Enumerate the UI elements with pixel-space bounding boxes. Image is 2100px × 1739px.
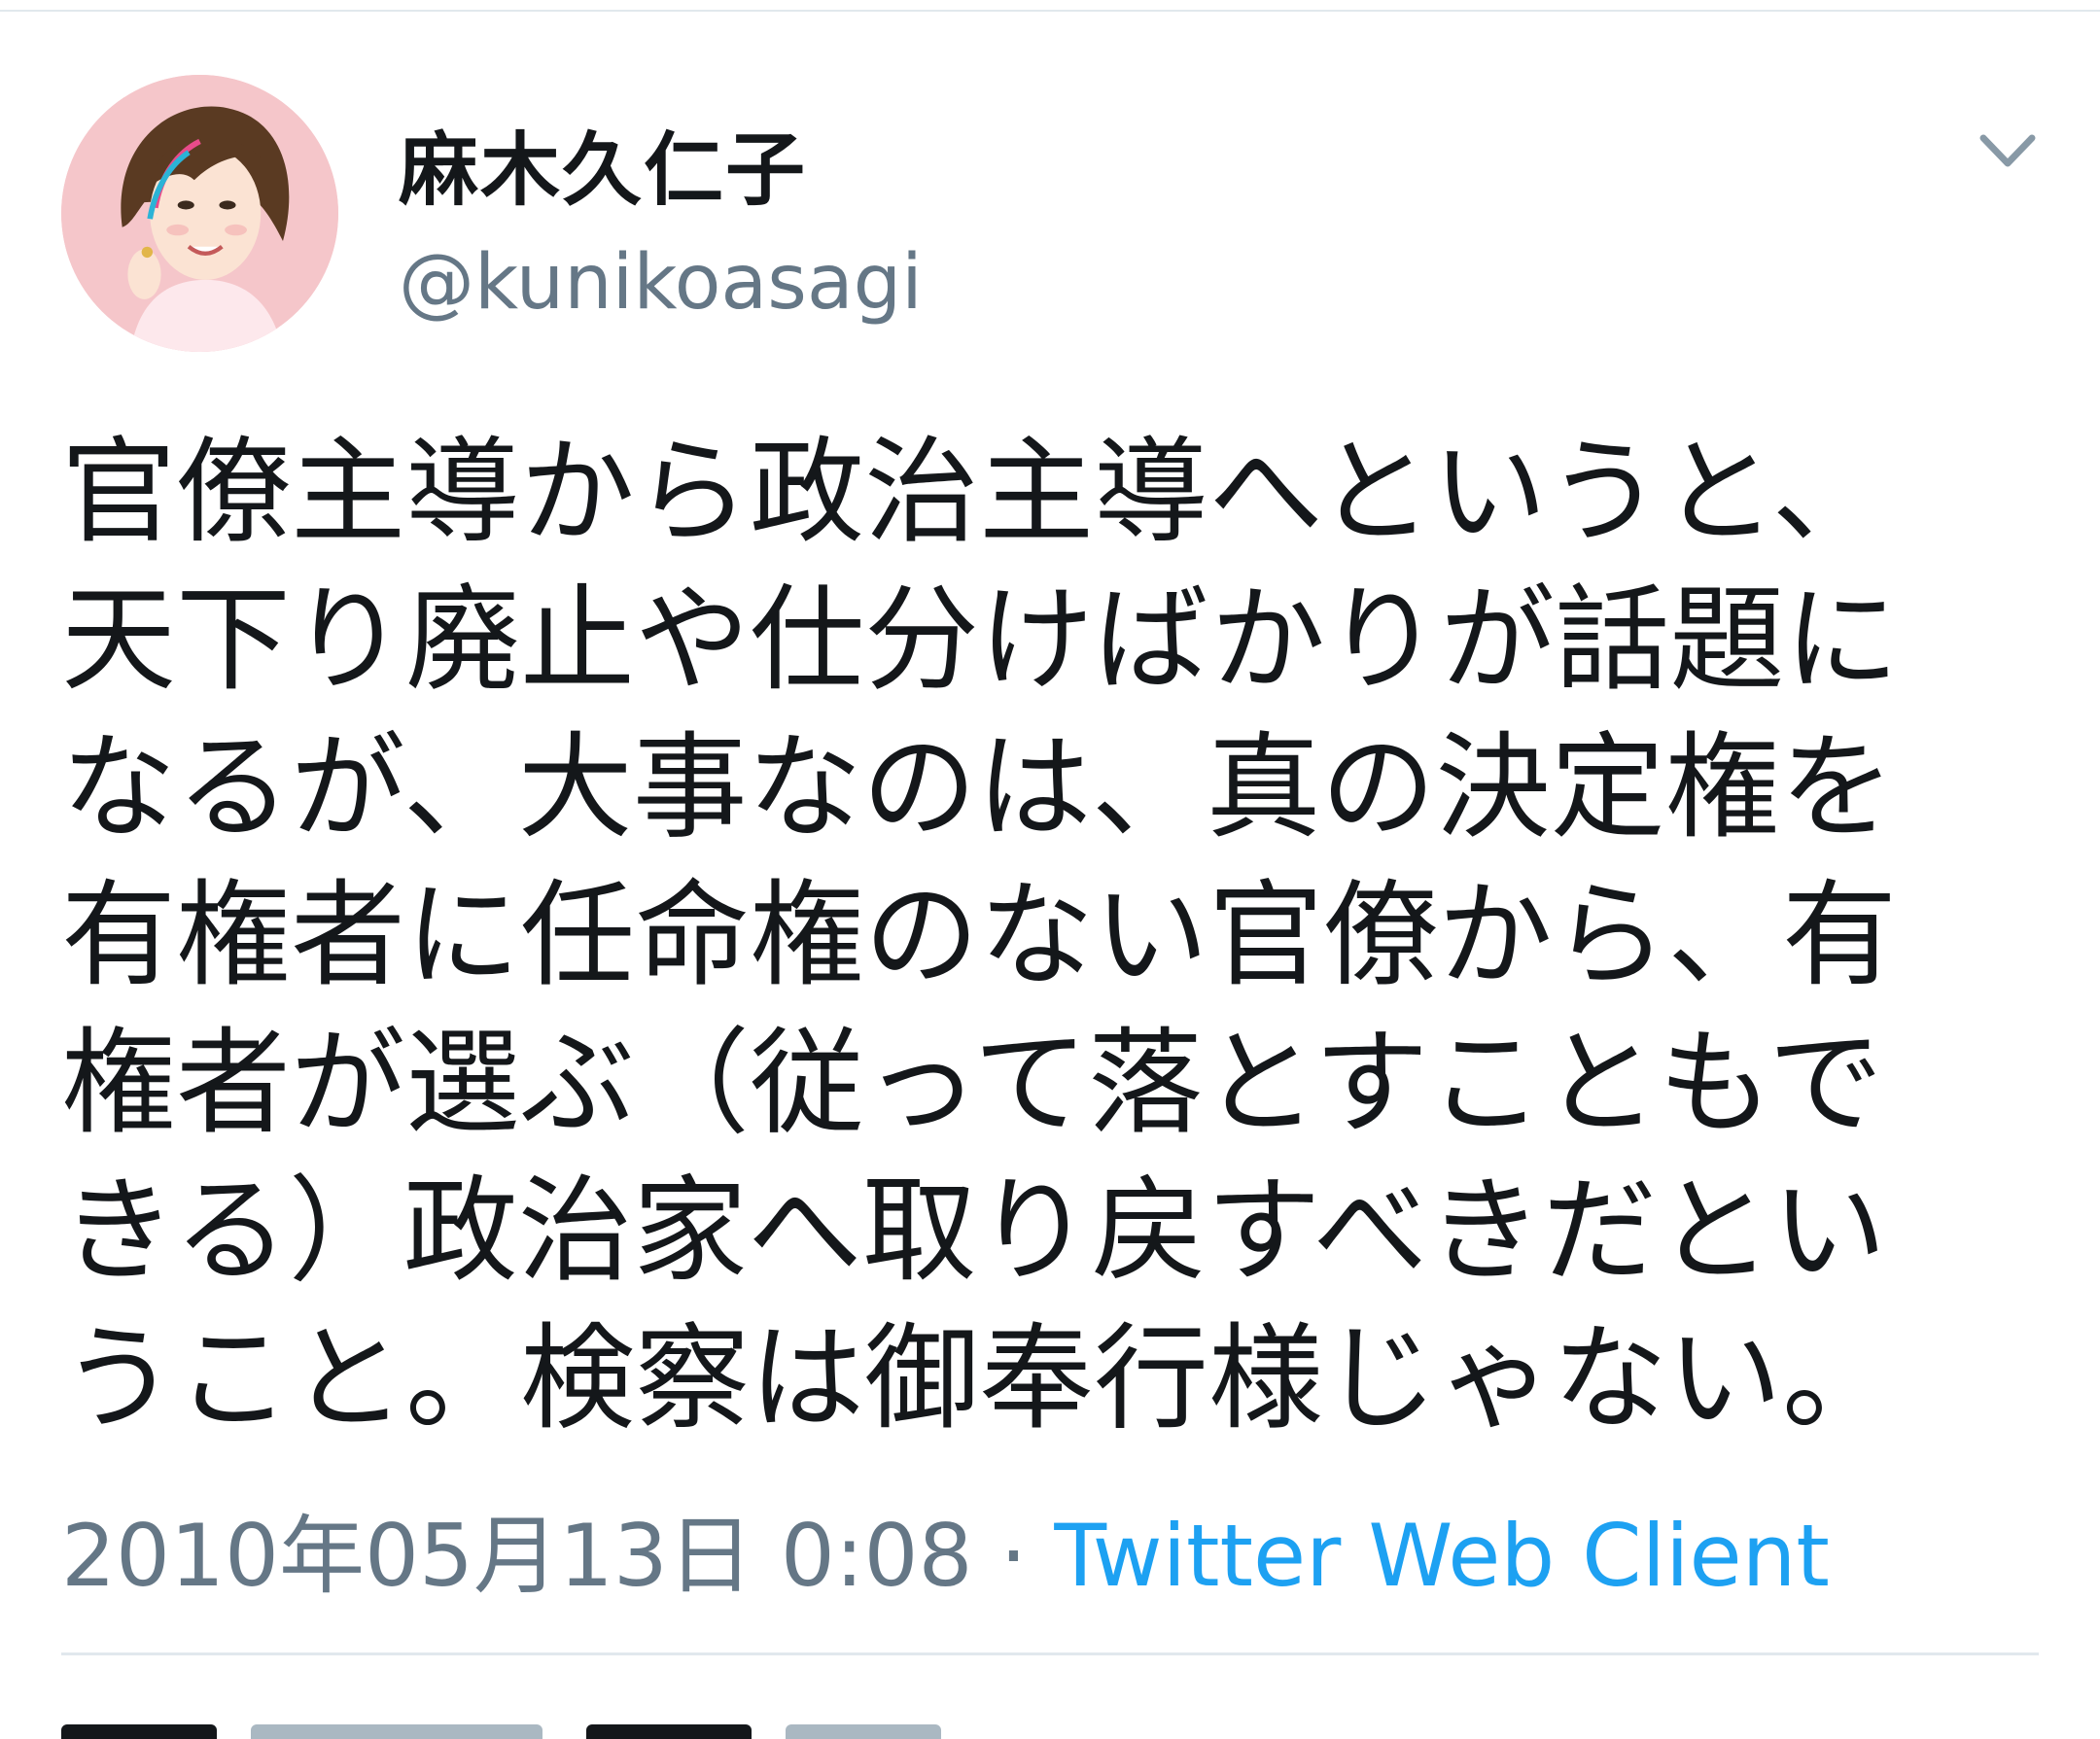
tweet-detail-page: 麻木久仁子 @kunikoasagi 官僚主導から政治主導へというと、 天下り廃… bbox=[0, 0, 2100, 1739]
tweet-text: 官僚主導から政治主導へというと、 天下り廃止や仕分けばかりが話題に なるが、大事… bbox=[61, 425, 1900, 1445]
retweet-count-peek bbox=[61, 1724, 217, 1739]
avatar-illustration bbox=[61, 75, 338, 352]
stats-row-peek bbox=[61, 1711, 1228, 1739]
top-divider bbox=[0, 10, 2100, 12]
chevron-down-icon[interactable] bbox=[1974, 117, 2042, 185]
meta-separator: · bbox=[972, 1506, 1055, 1606]
like-label-peek bbox=[786, 1724, 942, 1739]
retweet-label-peek bbox=[251, 1724, 543, 1739]
user-handle[interactable]: @kunikoasagi bbox=[399, 239, 923, 327]
tweet-timestamp[interactable]: 2010年05月13日 0:08 bbox=[61, 1506, 973, 1606]
bottom-divider bbox=[61, 1652, 2039, 1655]
tweet-meta: 2010年05月13日 0:08 · Twitter Web Client bbox=[61, 1487, 1830, 1611]
like-count-peek bbox=[586, 1724, 752, 1739]
avatar[interactable] bbox=[61, 75, 338, 352]
tweet-source-link[interactable]: Twitter Web Client bbox=[1054, 1506, 1830, 1606]
display-name[interactable]: 麻木久仁子 bbox=[399, 105, 807, 221]
